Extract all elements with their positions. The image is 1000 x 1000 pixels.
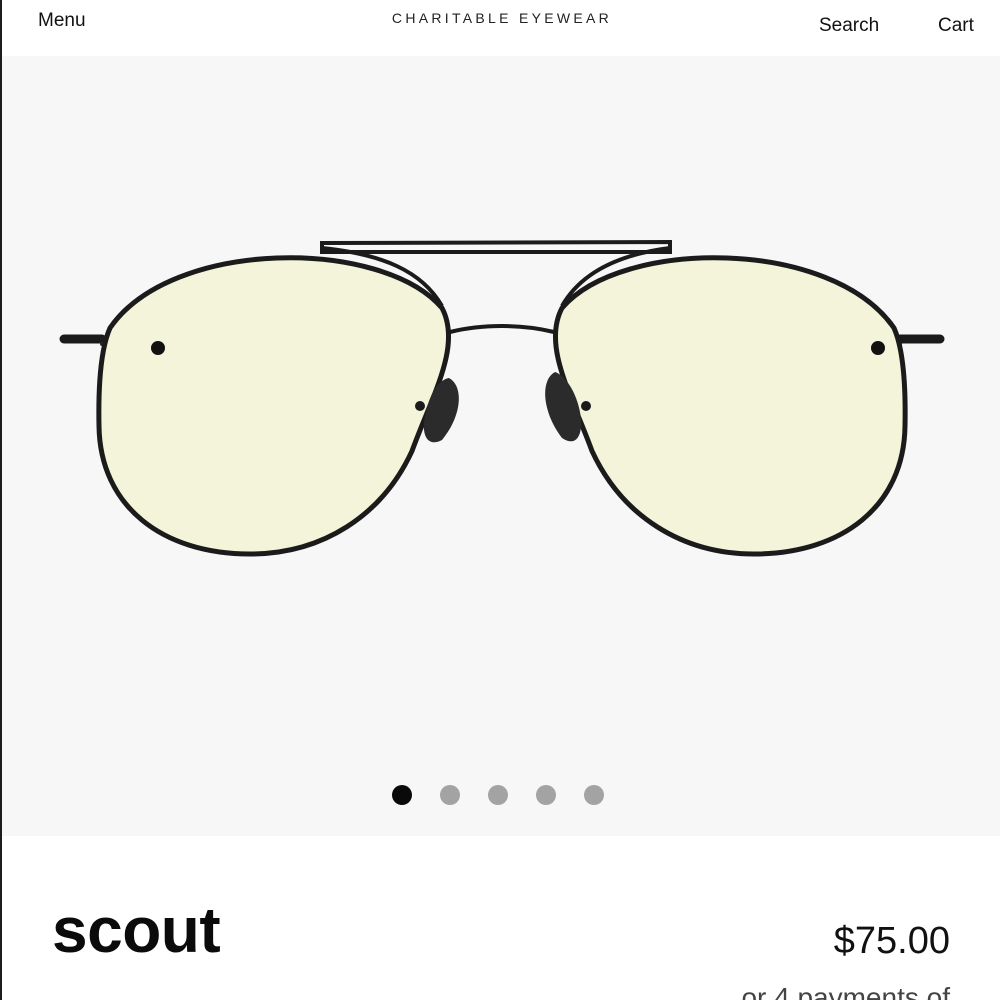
search-button[interactable]: Search [819,15,879,37]
site-header: Menu CHARITABLE EYEWEAR Search Cart [2,0,1000,56]
carousel-dot-4[interactable] [536,785,556,805]
installments-text: or 4 payments of [741,982,950,1000]
product-gallery[interactable] [2,56,1000,836]
carousel-dot-2[interactable] [440,785,460,805]
carousel-dot-3[interactable] [488,785,508,805]
carousel-dot-1[interactable] [392,785,412,805]
page-frame: Menu CHARITABLE EYEWEAR Search Cart scou… [0,0,1000,1000]
product-title: scout [52,894,221,966]
carousel-pagination [392,785,604,809]
carousel-dot-5[interactable] [584,785,604,805]
product-price: $75.00 [833,920,950,962]
cart-button[interactable]: Cart [938,15,974,37]
eyeglasses-product-image [59,239,945,557]
